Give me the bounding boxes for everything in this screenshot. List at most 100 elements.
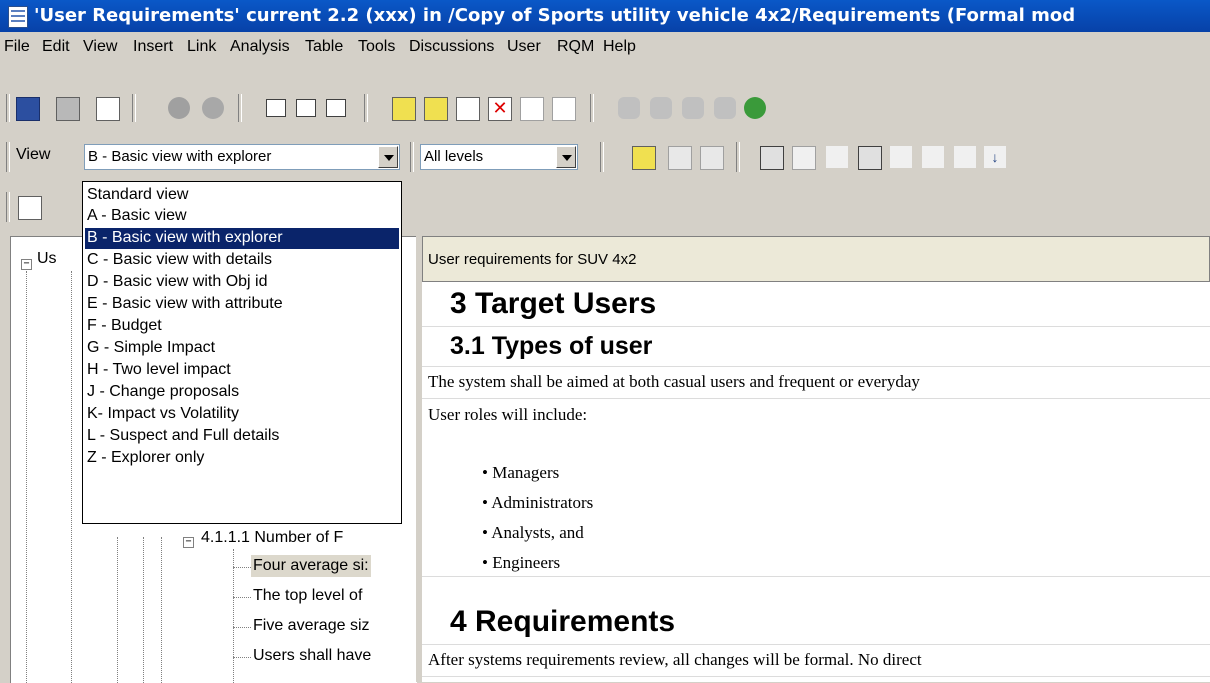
tree-node-users-shall[interactable]: Users shall have xyxy=(253,645,371,667)
menu-link[interactable]: Link xyxy=(187,36,216,58)
view-option-g[interactable]: G - Simple Impact xyxy=(85,338,399,359)
menu-rqm[interactable]: RQM xyxy=(557,36,594,58)
tree-node-number-of[interactable]: 4.1.1.1 Number of F xyxy=(201,527,343,549)
toolbar-separator xyxy=(6,94,10,122)
menu-edit[interactable]: Edit xyxy=(42,36,70,58)
view-select[interactable]: B - Basic view with explorer xyxy=(84,144,400,170)
view-option-z[interactable]: Z - Explorer only xyxy=(85,448,399,469)
new-object-icon[interactable] xyxy=(392,97,416,121)
view-option-e[interactable]: E - Basic view with attribute xyxy=(85,294,399,315)
levels-select[interactable]: All levels xyxy=(420,144,578,170)
link-target-icon[interactable] xyxy=(714,97,736,119)
tree-line xyxy=(143,537,144,683)
toolbar-separator xyxy=(410,142,414,172)
check-icon[interactable] xyxy=(202,97,224,119)
tree-line xyxy=(233,657,251,658)
chevron-down-icon[interactable] xyxy=(378,146,398,168)
insert-child-icon[interactable] xyxy=(326,99,346,117)
toolbar-separator xyxy=(364,94,368,122)
tree-line xyxy=(161,537,162,683)
bullet-item[interactable]: • Managers xyxy=(422,460,1210,486)
new-module-icon[interactable] xyxy=(18,196,42,220)
view-option-l[interactable]: L - Suspect and Full details xyxy=(85,426,399,447)
tree-line xyxy=(233,627,251,628)
sort-icon[interactable] xyxy=(922,146,944,168)
view-option-b[interactable]: B - Basic view with explorer xyxy=(85,228,399,249)
print-icon[interactable] xyxy=(56,97,80,121)
chevron-down-icon[interactable] xyxy=(556,146,576,168)
toolbar-separator xyxy=(238,94,242,122)
view-option-f[interactable]: F - Budget xyxy=(85,316,399,337)
view-option-c[interactable]: C - Basic view with details xyxy=(85,250,399,271)
delete-object-icon[interactable]: ✕ xyxy=(488,97,512,121)
menu-tools[interactable]: Tools xyxy=(358,36,395,58)
bullet-item[interactable]: • Engineers xyxy=(422,550,1210,577)
tree-node-five-average[interactable]: Five average siz xyxy=(253,615,370,637)
view-option-d[interactable]: D - Basic view with Obj id xyxy=(85,272,399,293)
tree-line xyxy=(26,271,27,683)
menu-bar: File Edit View Insert Link Analysis Tabl… xyxy=(0,32,1210,84)
toolbar-separator xyxy=(736,142,740,172)
document-pane: User requirements for SUV 4x2 3 Target U… xyxy=(422,236,1210,682)
heading-types-of-user[interactable]: 3.1 Types of user xyxy=(422,326,1210,367)
toolbar-separator xyxy=(590,94,594,122)
graphics-icon[interactable] xyxy=(858,146,882,170)
menu-insert[interactable]: Insert xyxy=(133,36,173,58)
tree-node-top-level[interactable]: The top level of xyxy=(253,585,362,607)
bullet-item[interactable]: • Administrators xyxy=(422,490,1210,516)
insert-above-icon[interactable] xyxy=(266,99,286,117)
filter-icon[interactable] xyxy=(890,146,912,168)
document-column-header[interactable]: User requirements for SUV 4x2 xyxy=(422,236,1210,282)
toolbar-separator xyxy=(600,142,604,172)
view-option-j[interactable]: J - Change proposals xyxy=(85,382,399,403)
heading-target-users[interactable]: 3 Target Users xyxy=(422,282,1210,327)
hierarchy-icon[interactable] xyxy=(826,146,848,168)
view-option-k[interactable]: K- Impact vs Volatility xyxy=(85,404,399,425)
filter-outline-icon[interactable] xyxy=(792,146,816,170)
collapse-icon[interactable]: − xyxy=(21,259,32,270)
window-title: 'User Requirements' current 2.2 (xxx) in… xyxy=(34,5,1076,26)
view-label: View xyxy=(16,146,51,163)
globe-link-icon[interactable] xyxy=(744,97,766,119)
insert-below-icon[interactable] xyxy=(296,99,316,117)
cancel-icon[interactable] xyxy=(168,97,190,119)
delete-link-icon[interactable] xyxy=(650,97,672,119)
menu-analysis[interactable]: Analysis xyxy=(230,36,290,58)
view-option-a[interactable]: A - Basic view xyxy=(85,206,399,227)
link-source-icon[interactable] xyxy=(682,97,704,119)
view-option-standard[interactable]: Standard view xyxy=(85,185,399,206)
tree-line xyxy=(233,549,234,683)
menu-table[interactable]: Table xyxy=(305,36,343,58)
tree-node-four-average[interactable]: Four average si: xyxy=(251,555,371,577)
menu-user[interactable]: User xyxy=(507,36,541,58)
menu-discussions[interactable]: Discussions xyxy=(409,36,494,58)
standard-toolbar: ✕ xyxy=(0,84,1210,134)
insert-column-icon[interactable] xyxy=(632,146,656,170)
copy-object-icon[interactable] xyxy=(456,97,480,121)
outline-icon[interactable] xyxy=(760,146,784,170)
tree-line xyxy=(117,537,118,683)
demote-icon[interactable] xyxy=(552,97,576,121)
requirement-text[interactable]: The system shall be aimed at both casual… xyxy=(422,366,1210,399)
link-icon[interactable] xyxy=(618,97,640,119)
menu-file[interactable]: File xyxy=(4,36,30,58)
toolbar-separator xyxy=(132,94,136,122)
view-option-h[interactable]: H - Two level impact xyxy=(85,360,399,381)
properties-icon[interactable] xyxy=(96,97,120,121)
requirement-text[interactable]: User roles will include: xyxy=(422,398,1210,432)
tree-root-label[interactable]: Us xyxy=(37,248,57,270)
view-toolbar: View B - Basic view with explorer All le… xyxy=(0,134,1210,182)
bullet-item[interactable]: • Analysts, and xyxy=(422,520,1210,546)
requirement-text[interactable]: After systems requirements review, all c… xyxy=(422,644,1210,677)
new-sibling-icon[interactable] xyxy=(424,97,448,121)
edit-column-icon[interactable] xyxy=(668,146,692,170)
delete-column-icon[interactable] xyxy=(700,146,724,170)
collapse-icon[interactable]: − xyxy=(183,537,194,548)
sort-az-icon[interactable]: ↓ xyxy=(984,146,1006,168)
heading-requirements[interactable]: 4 Requirements xyxy=(422,600,1210,645)
promote-icon[interactable] xyxy=(520,97,544,121)
compound-filter-icon[interactable] xyxy=(954,146,976,168)
save-icon[interactable] xyxy=(16,97,40,121)
menu-view[interactable]: View xyxy=(83,36,117,58)
menu-help[interactable]: Help xyxy=(603,36,636,58)
